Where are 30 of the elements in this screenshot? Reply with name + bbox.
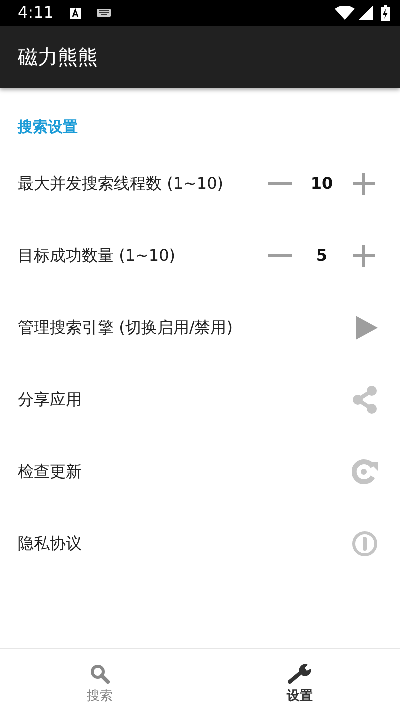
share-icon[interactable] (352, 386, 378, 414)
wifi-icon (335, 6, 355, 20)
setting-label: 管理搜索引擎 (切换启用/禁用) (18, 317, 234, 339)
increment-button[interactable] (350, 242, 378, 270)
info-icon[interactable] (352, 531, 378, 557)
wrench-icon (288, 664, 312, 684)
battery-icon (381, 5, 390, 21)
increment-button[interactable] (350, 170, 378, 198)
nav-tab[interactable]: 搜索 (0, 649, 200, 712)
notification-icon (70, 8, 81, 18)
keyboard-icon (96, 9, 111, 17)
minus-icon (268, 182, 292, 186)
plus-icon (353, 245, 375, 267)
play-icon[interactable] (356, 316, 378, 340)
app-title: 磁力熊熊 (18, 44, 98, 71)
setting-label: 检查更新 (18, 461, 83, 483)
section-header: 搜索设置 (18, 118, 78, 136)
setting-label: 目标成功数量 (1~10) (18, 245, 177, 267)
minus-icon (268, 254, 292, 258)
setting-label: 分享应用 (18, 389, 83, 411)
signal-icon (359, 6, 373, 20)
nav-tab[interactable]: 设置 (200, 649, 400, 712)
setting-label: 最大并发搜索线程数 (1~10) (18, 173, 225, 195)
setting-label: 隐私协议 (18, 533, 83, 555)
stepper-value: 10 (310, 173, 334, 195)
search-icon (90, 664, 110, 684)
plus-icon (353, 173, 375, 195)
refresh-icon[interactable] (352, 459, 378, 485)
status-time: 4:11 (18, 2, 54, 24)
stepper-value: 5 (315, 245, 329, 267)
